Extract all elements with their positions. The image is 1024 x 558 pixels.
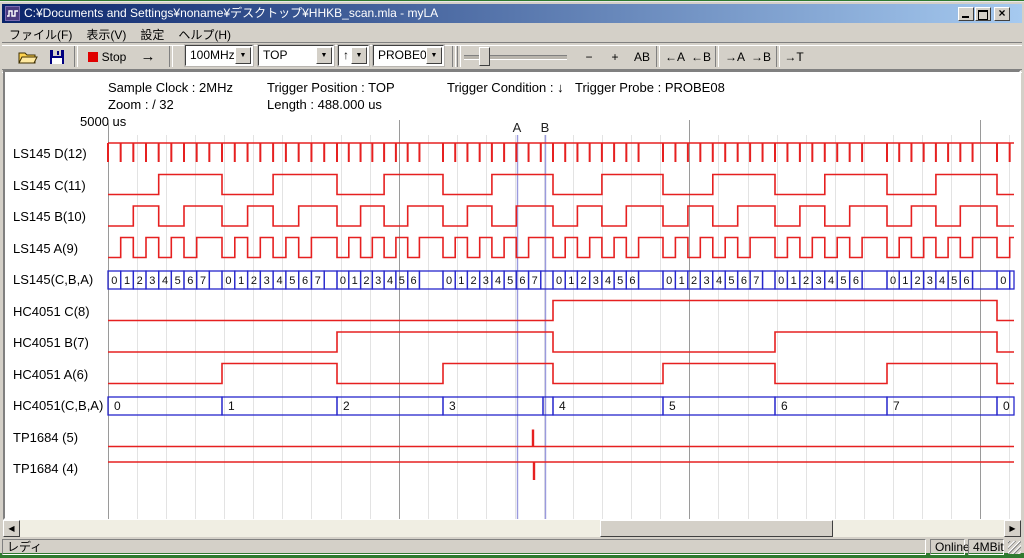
close-button[interactable]: × <box>994 7 1010 21</box>
open-button[interactable] <box>14 45 42 69</box>
zoom-ab-button[interactable]: AB <box>629 45 655 69</box>
run-arrow-icon: → <box>141 48 156 65</box>
trigger-position-combo[interactable]: TOP ▼ <box>258 45 334 66</box>
channel-label-hc4051-b-7: HC4051 B(7) <box>13 335 89 350</box>
waveform-client-area <box>3 70 1021 520</box>
trigger-edge-value: ↑ <box>343 46 349 65</box>
set-a-button[interactable]: ←A <box>662 45 688 69</box>
zoom-info: Zoom : / 32 <box>108 97 174 112</box>
time-division-label: 5000 us <box>80 114 126 129</box>
scroll-right-button[interactable]: ▶ <box>1004 520 1021 537</box>
scroll-left-button[interactable]: ◀ <box>3 520 20 537</box>
toolbar-separator <box>776 46 780 67</box>
toolbar-separator <box>457 46 461 67</box>
chevron-down-icon[interactable]: ▼ <box>351 47 367 64</box>
sample-clock-combo[interactable]: 100MHz▼ <box>185 45 253 66</box>
marker-a-label: A <box>507 120 527 135</box>
trigger-probe-combo[interactable]: PROBE00▼ <box>373 45 444 66</box>
zoom-slider-handle[interactable] <box>479 47 490 66</box>
toolbar-separator <box>656 46 660 67</box>
channel-label-ls145-d-12: LS145 D(12) <box>13 146 87 161</box>
trigger-edge-combo[interactable]: ↑▼ <box>338 45 369 66</box>
maximize-icon <box>978 10 988 20</box>
toolbar-separator <box>74 46 78 67</box>
toolbar: Stop → 100MHz▼TOP▼↑▼PROBE00▼−+AB←A←B→A→B… <box>2 44 1022 70</box>
toolbar-separator <box>452 46 456 67</box>
chevron-down-icon[interactable]: ▼ <box>316 47 332 64</box>
scrollbar-thumb[interactable] <box>600 520 833 537</box>
status-online: Online <box>930 539 965 555</box>
trigger-condition-info: Trigger Condition : ↓ <box>447 80 564 95</box>
channel-label-ls145-b-10: LS145 B(10) <box>13 209 86 224</box>
status-bar: レディ Online 4MBit <box>2 539 1022 555</box>
scroll-right-icon: ▶ <box>1009 524 1015 533</box>
channel-label-ls145-c-b-a: LS145(C,B,A) <box>13 272 93 287</box>
open-folder-icon <box>18 49 38 65</box>
maximize-button[interactable] <box>975 7 991 21</box>
channel-label-tp1684-5: TP1684 (5) <box>13 430 78 445</box>
set-b-button[interactable]: ←B <box>688 45 714 69</box>
app-window: C:¥Documents and Settings¥noname¥デスクトップ¥… <box>0 1 1024 553</box>
minimize-button[interactable] <box>958 7 974 21</box>
title-bar[interactable]: C:¥Documents and Settings¥noname¥デスクトップ¥… <box>2 4 1022 23</box>
run-button[interactable]: → <box>135 45 161 69</box>
save-floppy-icon <box>49 49 65 65</box>
channel-label-tp1684-4: TP1684 (4) <box>13 461 78 476</box>
minimize-icon <box>962 16 969 18</box>
sample-clock-info: Sample Clock : 2MHz <box>108 80 233 95</box>
chevron-down-icon[interactable]: ▼ <box>235 47 251 64</box>
app-icon <box>5 6 20 21</box>
channel-label-ls145-c-11: LS145 C(11) <box>13 178 86 193</box>
status-memory: 4MBit <box>968 539 1004 555</box>
channel-label-hc4051-a-6: HC4051 A(6) <box>13 367 88 382</box>
trigger-probe-info: Trigger Probe : PROBE08 <box>575 80 725 95</box>
stop-button[interactable]: Stop <box>82 45 130 69</box>
zoom-in-button[interactable]: + <box>603 45 627 69</box>
resize-grip[interactable] <box>1008 541 1021 554</box>
menu-bar: ファイル(F)表示(V)設定ヘルプ(H) <box>2 24 1022 42</box>
toolbar-separator <box>169 46 173 67</box>
channel-label-hc4051-c-b-a: HC4051(C,B,A) <box>13 398 103 413</box>
goto-b-button[interactable]: →B <box>748 45 774 69</box>
channel-label-hc4051-c-8: HC4051 C(8) <box>13 304 90 319</box>
scroll-left-icon: ◀ <box>8 524 14 533</box>
length-info: Length : 488.000 us <box>267 97 382 112</box>
stop-square-icon <box>88 52 98 62</box>
chevron-down-icon[interactable]: ▼ <box>426 47 442 64</box>
trigger-position-value: TOP <box>263 46 287 65</box>
status-ready: レディ <box>2 539 926 555</box>
window-title: C:¥Documents and Settings¥noname¥デスクトップ¥… <box>24 4 438 23</box>
channel-label-ls145-a-9: LS145 A(9) <box>13 241 78 256</box>
horizontal-scrollbar[interactable]: ◀ ▶ <box>3 520 1021 537</box>
close-icon: × <box>995 6 1009 20</box>
toolbar-separator <box>715 46 719 67</box>
zoom-out-button[interactable]: − <box>577 45 601 69</box>
goto-t-button[interactable]: →T <box>781 45 807 69</box>
goto-a-button[interactable]: →A <box>722 45 748 69</box>
sample-clock-value: 100MHz <box>190 46 235 65</box>
trigger-position-info: Trigger Position : TOP <box>267 80 395 95</box>
save-button[interactable] <box>44 45 70 69</box>
marker-b-label: B <box>535 120 555 135</box>
stop-label: Stop <box>102 50 127 64</box>
